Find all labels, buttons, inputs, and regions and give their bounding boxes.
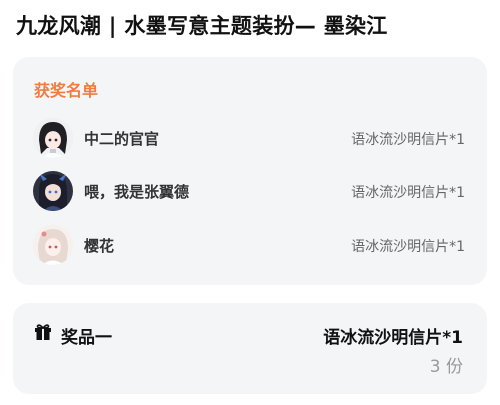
winner-row[interactable]: 樱花 语冰流沙明信片*1 xyxy=(33,225,465,265)
winner-name: 喂，我是张翼德 xyxy=(84,183,190,201)
winner-prize: 语冰流沙明信片*1 xyxy=(351,239,465,255)
page-title: 九龙风潮 | 水墨写意主题装扮— 墨染江 xyxy=(16,14,388,38)
avatar[interactable] xyxy=(33,118,73,158)
avatar[interactable] xyxy=(33,225,73,265)
avatar[interactable] xyxy=(33,171,73,211)
winner-name: 中二的官官 xyxy=(84,130,160,148)
winner-row[interactable]: 喂，我是张翼德 语冰流沙明信片*1 xyxy=(33,171,465,211)
winner-prize: 语冰流沙明信片*1 xyxy=(351,185,465,201)
prize-quantity: 3 份 xyxy=(429,357,463,377)
winner-name: 樱花 xyxy=(84,237,115,255)
prize-name: 语冰流沙明信片*1 xyxy=(323,328,463,348)
winners-label: 获奖名单 xyxy=(34,81,99,100)
winners-card: 获奖名单 中二的官官 语冰流沙明信片*1 喂，我是张翼德 语冰流沙明信片*1 樱… xyxy=(13,57,487,285)
winner-row[interactable]: 中二的官官 语冰流沙明信片*1 xyxy=(33,118,465,158)
prize-tier: 奖品一 xyxy=(61,328,112,348)
gift-icon xyxy=(34,323,52,341)
prize-card: 奖品一 语冰流沙明信片*1 3 份 xyxy=(13,303,487,394)
winner-prize: 语冰流沙明信片*1 xyxy=(351,132,465,148)
